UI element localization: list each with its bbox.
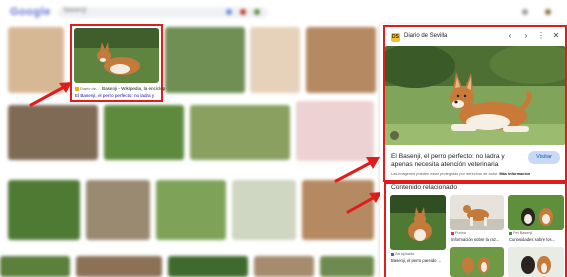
result-thumb[interactable] — [320, 256, 374, 277]
selected-result-image[interactable] — [74, 28, 159, 83]
favicon-icon — [451, 231, 454, 235]
settings-icon[interactable] — [522, 9, 528, 15]
selected-result[interactable]: Diario de... Basenji - Wikipedia, la enc… — [70, 24, 165, 102]
result-thumb[interactable] — [104, 105, 184, 160]
related-item-image[interactable] — [450, 195, 504, 230]
related-item-source: Zeruploads — [391, 252, 414, 256]
result-thumb[interactable] — [168, 256, 248, 277]
selected-result-source: Diario de... — [75, 86, 99, 91]
result-thumb[interactable] — [165, 27, 245, 93]
result-thumb[interactable] — [76, 256, 162, 277]
mic-icon[interactable] — [240, 9, 246, 15]
search-input[interactable] — [58, 7, 268, 18]
related-item-title[interactable]: Información sobre la raz... — [451, 237, 499, 242]
related-source-text: Pet Basenji — [513, 231, 533, 235]
related-source-text: Zeruploads — [395, 252, 414, 256]
result-thumb[interactable] — [8, 180, 80, 240]
result-thumb[interactable] — [156, 180, 226, 240]
result-thumb[interactable] — [250, 27, 300, 93]
related-item-title[interactable]: Basenji, el perro pareido ... — [391, 258, 441, 263]
annotation-arrow — [29, 82, 72, 107]
clear-icon[interactable] — [226, 9, 232, 15]
google-logo: Google — [10, 6, 51, 18]
result-thumb[interactable] — [306, 27, 376, 93]
favicon-icon — [391, 252, 394, 256]
result-thumb[interactable] — [8, 105, 98, 160]
highlight-box — [383, 25, 567, 182]
related-item-image[interactable] — [390, 195, 446, 250]
result-thumb[interactable] — [0, 256, 70, 277]
related-heading: Contenido relacionado — [391, 184, 457, 191]
related-source-text: Purina — [455, 231, 466, 235]
selected-result-title[interactable]: Basenji - Wikipedia, la enciclop — [102, 86, 165, 91]
search-topbar: Google basenji — [0, 0, 567, 24]
result-thumb[interactable] — [232, 180, 296, 240]
search-query: basenji — [64, 7, 87, 14]
avatar[interactable] — [545, 9, 551, 15]
camera-icon[interactable] — [254, 9, 260, 15]
related-item-image[interactable] — [508, 195, 564, 230]
result-thumb[interactable] — [190, 105, 290, 160]
favicon-icon — [509, 231, 512, 235]
related-item-source: Pet Basenji — [509, 231, 532, 235]
related-item-image[interactable] — [508, 247, 564, 277]
selected-result-source-text: Diario de... — [80, 86, 100, 91]
result-thumb[interactable] — [86, 180, 150, 240]
related-item-image[interactable] — [450, 247, 504, 277]
result-thumb[interactable] — [254, 256, 314, 277]
selected-result-caption[interactable]: El Basenji, el perro perfecto: no ladra … — [75, 93, 154, 98]
annotation-arrow — [334, 157, 380, 183]
related-item-title[interactable]: Curiosidades sobre los... — [509, 237, 555, 242]
annotation-arrow — [346, 192, 382, 214]
related-item-source: Purina — [451, 231, 466, 235]
